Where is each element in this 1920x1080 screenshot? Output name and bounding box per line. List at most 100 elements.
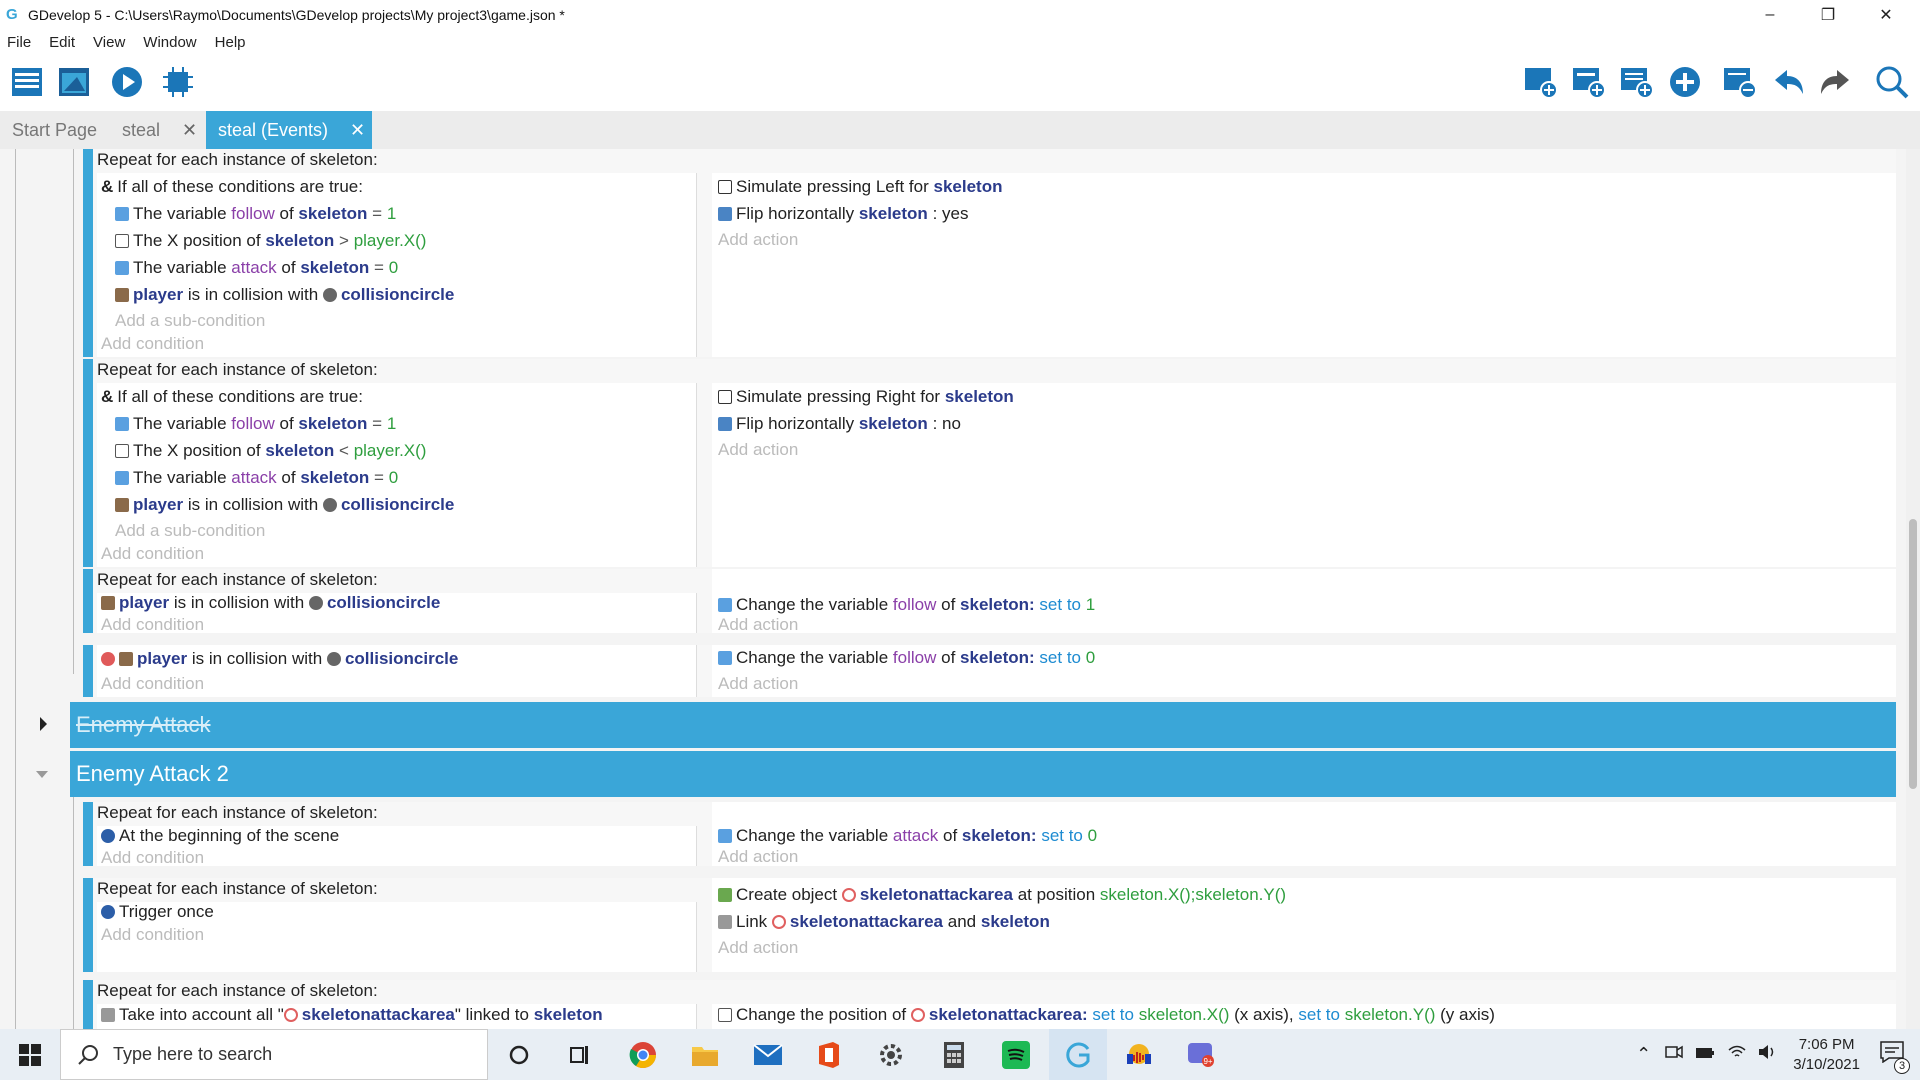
notifications-icon[interactable]: 3 (1880, 1041, 1910, 1074)
tab-steal[interactable]: steal ✕ (110, 111, 202, 149)
action-row[interactable]: Flip horizontally skeleton : no (718, 412, 961, 436)
close-window-button[interactable]: ✕ (1858, 0, 1914, 29)
expand-arrow-icon[interactable] (40, 717, 47, 731)
event-block[interactable]: Repeat for each instance of skeleton: Ta… (83, 980, 1896, 1029)
menu-view[interactable]: View (93, 34, 125, 51)
action-row[interactable]: Simulate pressing Left for skeleton (718, 175, 1002, 199)
add-action-link[interactable]: Add action (718, 936, 798, 960)
action-row[interactable]: Change the variable attack of skeleton: … (718, 824, 1097, 848)
chrome-icon[interactable] (614, 1029, 672, 1080)
project-manager-icon[interactable] (8, 63, 46, 101)
event-block[interactable]: Repeat for each instance of skeleton: & I… (83, 149, 1896, 357)
action-row[interactable]: Flip horizontally skeleton : yes (718, 202, 968, 226)
taskbar-search-input[interactable]: Type here to search (60, 1029, 488, 1080)
condition-row[interactable]: player is in collision with collisioncir… (115, 283, 454, 307)
action-row[interactable]: Link skeletonattackarea and skeleton (718, 910, 1050, 934)
event-group-enemy-attack-2[interactable]: Enemy Attack 2 (70, 751, 1896, 797)
add-action-link[interactable]: Add action (718, 672, 798, 696)
action-row[interactable]: Change the position of skeletonattackare… (718, 1003, 1495, 1027)
action-row[interactable]: Simulate pressing Right for skeleton (718, 385, 1014, 409)
volume-icon[interactable] (1757, 1044, 1777, 1065)
mail-icon[interactable] (739, 1029, 797, 1080)
condition-row[interactable]: player is in collision with collisioncir… (115, 493, 454, 517)
add-condition-link[interactable]: Add condition (101, 613, 204, 637)
condition-row[interactable]: Take into account all " skeletonattackare… (101, 1003, 603, 1027)
file-explorer-icon[interactable] (676, 1029, 734, 1080)
tab-start-page[interactable]: Start Page (0, 111, 106, 149)
condition-row[interactable]: The variable attack of skeleton = 0 (115, 256, 398, 280)
close-icon[interactable]: ✕ (182, 120, 197, 141)
event-handle[interactable] (83, 878, 93, 972)
settings-gear-icon[interactable] (862, 1029, 920, 1080)
menu-file[interactable]: File (7, 34, 31, 51)
event-handle[interactable] (83, 569, 93, 633)
add-event-icon[interactable] (1522, 63, 1560, 101)
windows-start-icon[interactable] (0, 1029, 60, 1080)
clock[interactable]: 7:06 PM 3/10/2021 (1793, 1035, 1860, 1075)
vertical-scrollbar[interactable] (1906, 149, 1920, 1029)
add-condition-link[interactable]: Add condition (101, 542, 204, 566)
event-handle[interactable] (83, 802, 93, 866)
condition-row[interactable]: Trigger once (101, 900, 214, 924)
discord-icon[interactable]: 9+ (1172, 1029, 1230, 1080)
condition-row[interactable]: The variable follow of skeleton = 1 (115, 412, 396, 436)
spotify-icon[interactable] (987, 1029, 1045, 1080)
add-condition-link[interactable]: Add condition (101, 923, 204, 947)
add-subcondition-link[interactable]: Add a sub-condition (115, 309, 265, 333)
event-handle[interactable] (83, 359, 93, 567)
gdevelop-taskbar-icon[interactable] (1049, 1029, 1107, 1080)
condition-row[interactable]: player is in collision with collisioncir… (101, 647, 458, 671)
menu-window[interactable]: Window (143, 34, 196, 51)
calculator-icon[interactable] (925, 1029, 983, 1080)
condition-row[interactable]: The X position of skeleton > player.X() (115, 229, 426, 253)
add-subcondition-link[interactable]: Add a sub-condition (115, 519, 265, 543)
task-view-icon[interactable] (551, 1029, 609, 1080)
audacity-icon[interactable] (1110, 1029, 1168, 1080)
debugger-icon[interactable] (159, 63, 197, 101)
event-handle[interactable] (83, 980, 93, 1029)
add-action-link[interactable]: Add action (718, 847, 798, 866)
action-row[interactable]: Change the variable follow of skeleton: … (718, 646, 1095, 670)
restore-button[interactable]: ❐ (1800, 0, 1856, 29)
search-icon[interactable] (1873, 63, 1911, 101)
collapse-arrow-icon[interactable] (36, 771, 48, 778)
add-other-icon[interactable] (1666, 63, 1704, 101)
action-row[interactable]: Create object skeletonattackarea at posi… (718, 883, 1286, 907)
add-condition-link[interactable]: Add condition (101, 672, 204, 696)
wifi-icon[interactable] (1727, 1044, 1747, 1065)
condition-row[interactable]: The variable attack of skeleton = 0 (115, 466, 398, 490)
event-handle[interactable] (83, 149, 93, 357)
menu-edit[interactable]: Edit (49, 34, 75, 51)
event-group-enemy-attack[interactable]: Enemy Attack (70, 702, 1896, 748)
action-row[interactable]: Change the variable follow of skeleton: … (718, 593, 1095, 617)
menu-help[interactable]: Help (215, 34, 246, 51)
event-block[interactable]: Repeat for each instance of skeleton: At… (83, 802, 1896, 867)
condition-row[interactable]: & If all of these conditions are true: (101, 385, 363, 409)
cortana-icon[interactable] (490, 1029, 548, 1080)
redo-icon[interactable] (1816, 63, 1854, 101)
event-block[interactable]: Repeat for each instance of skeleton: Tr… (83, 878, 1896, 972)
delete-selection-icon[interactable] (1721, 63, 1759, 101)
scrollbar-thumb[interactable] (1909, 519, 1917, 789)
add-action-link[interactable]: Add action (718, 228, 798, 252)
office-icon[interactable] (800, 1029, 858, 1080)
chevron-up-icon[interactable]: ⌃ (1636, 1044, 1651, 1065)
scene-editor-icon[interactable] (55, 63, 93, 101)
add-condition-link[interactable]: Add condition (101, 332, 204, 356)
preview-play-icon[interactable] (108, 63, 146, 101)
battery-icon[interactable] (1695, 1046, 1715, 1064)
tab-steal-events[interactable]: steal (Events) ✕ (206, 111, 372, 149)
minimize-button[interactable]: – (1742, 0, 1798, 29)
event-block[interactable]: Repeat for each instance of skeleton: & I… (83, 359, 1896, 567)
condition-row[interactable]: player is in collision with collisioncir… (101, 591, 440, 615)
condition-row[interactable]: The variable follow of skeleton = 1 (115, 202, 396, 226)
event-block[interactable]: player is in collision with collisioncir… (83, 645, 1896, 697)
add-condition-link[interactable]: Add condition (101, 846, 204, 870)
condition-row[interactable]: The X position of skeleton < player.X() (115, 439, 426, 463)
add-action-link[interactable]: Add action (718, 615, 798, 634)
event-handle[interactable] (83, 645, 93, 697)
add-action-link[interactable]: Add action (718, 438, 798, 462)
condition-row[interactable]: & If all of these conditions are true: (101, 175, 363, 199)
undo-icon[interactable] (1770, 63, 1808, 101)
add-subevent-icon[interactable] (1570, 63, 1608, 101)
